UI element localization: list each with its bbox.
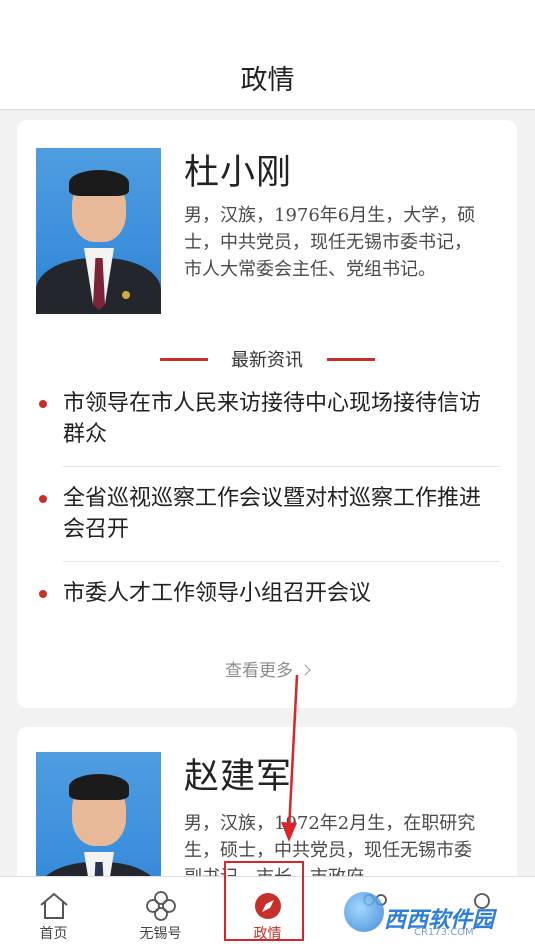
flower-icon xyxy=(145,891,176,921)
bullet-dot xyxy=(39,400,47,408)
tab-label: 首页 xyxy=(39,926,68,942)
chevron-right-icon xyxy=(299,664,311,676)
page-title: 政情 xyxy=(240,65,295,96)
tab-label: 政情 xyxy=(253,926,282,942)
divider-line-right xyxy=(327,358,375,361)
divider xyxy=(63,466,500,467)
watermark-emblem-icon xyxy=(344,892,384,932)
compass-icon xyxy=(254,893,281,919)
tab-home[interactable]: 首页 xyxy=(0,877,107,951)
view-more-link[interactable]: 查看更多 xyxy=(17,656,517,681)
divider xyxy=(63,561,500,562)
bullet-dot xyxy=(39,495,47,503)
watermark-sub: CR173.COM xyxy=(414,927,474,938)
watermark-logo: 西西软件园 CR173.COM xyxy=(336,886,526,942)
leader-name: 杜小刚 xyxy=(184,153,293,193)
news-item-title[interactable]: 全省巡视巡察工作会议暨对村巡察工作推进会召开 xyxy=(63,483,483,545)
news-item-title[interactable]: 市委人才工作领导小组召开会议 xyxy=(63,578,483,609)
news-item-title[interactable]: 市领导在市人民来访接待中心现场接待信访群众 xyxy=(63,388,483,450)
news-section-header: 最新资讯 xyxy=(17,346,517,372)
leader-photo xyxy=(36,148,161,314)
tab-zhengqing[interactable]: 政情 xyxy=(214,877,321,951)
news-section-title: 最新资讯 xyxy=(231,350,303,371)
leader-bio: 男，汉族，1976年6月生，大学，硕士，中共党员，现任无锡市委书记，市人大常委会… xyxy=(184,205,476,280)
bullet-dot xyxy=(39,590,47,598)
view-more-label: 查看更多 xyxy=(225,661,293,681)
home-icon xyxy=(39,892,68,919)
tab-label: 无锡号 xyxy=(139,926,182,942)
top-header: 政情 xyxy=(0,0,535,110)
leader-card[interactable]: 杜小刚 男，汉族，1976年6月生，大学，硕士，中共党员，现任无锡市委书记，市人… xyxy=(17,120,517,708)
tab-wuxihao[interactable]: 无锡号 xyxy=(107,877,214,951)
leader-name: 赵建军 xyxy=(184,757,293,797)
